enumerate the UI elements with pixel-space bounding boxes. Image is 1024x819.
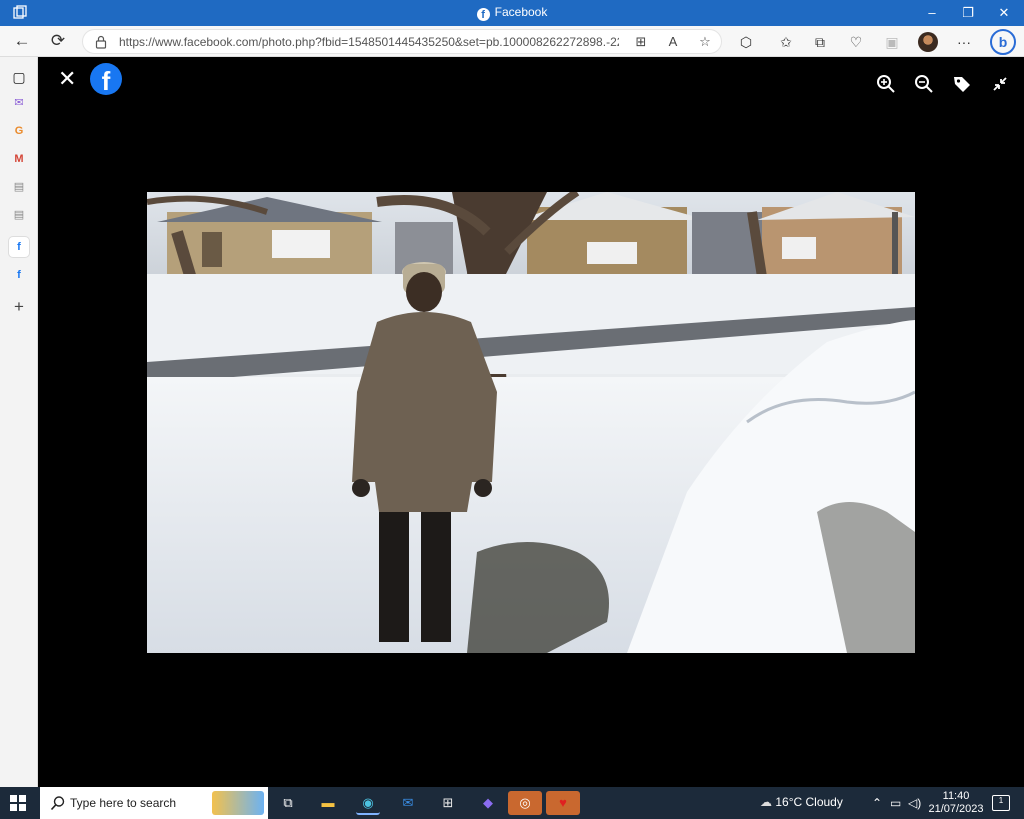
close-window-button[interactable]: ✕ [986, 0, 1022, 26]
zoom-out-icon[interactable] [914, 74, 934, 94]
back-button[interactable]: ← [10, 30, 34, 52]
mail-taskbar-icon[interactable]: ✉ [396, 791, 420, 815]
window-titlebar: f Facebook – ❐ ✕ [0, 0, 1024, 26]
copilot-taskbar-icon[interactable]: ◆ [476, 791, 500, 815]
tabs-icon[interactable]: ▢ [9, 67, 29, 87]
zoom-in-icon[interactable] [876, 74, 896, 94]
news-icon[interactable]: ▤ [9, 177, 29, 197]
browser-essentials-icon[interactable]: ♡ [846, 32, 866, 52]
collections-icon[interactable]: ⧉ [810, 32, 830, 52]
favorites-icon[interactable]: ✩ [776, 32, 796, 52]
search-icon [50, 796, 65, 811]
bing-copilot-icon[interactable]: b [990, 29, 1016, 55]
facebook-tab-icon: f [476, 8, 490, 21]
close-viewer-button[interactable]: ✕ [58, 68, 76, 90]
read-aloud-icon[interactable]: A [665, 34, 681, 50]
app-taskbar-icon[interactable]: ♥ [546, 791, 580, 815]
google-icon[interactable]: G [9, 121, 29, 141]
tag-icon[interactable] [952, 74, 972, 94]
windows-taskbar: Type here to search ⧉ ▬ ◉ ✉ ⊞ ◆ ◎ ♥ ☁ 16… [0, 787, 1024, 819]
exit-fullscreen-icon[interactable] [990, 74, 1010, 94]
search-placeholder[interactable]: Type here to search [70, 796, 176, 810]
search-highlight-icon [212, 791, 264, 815]
windows-start-icon[interactable] [10, 795, 26, 811]
task-view-icon[interactable]: ⧉ [276, 791, 300, 815]
lock-icon[interactable] [95, 35, 107, 49]
minimize-button[interactable]: – [914, 0, 950, 26]
favorite-star-icon[interactable]: ☆ [697, 34, 713, 50]
clock-time: 11:40 [942, 790, 970, 802]
more-options-icon[interactable]: ··· [954, 32, 974, 52]
app-available-icon[interactable]: ⊞ [633, 34, 649, 50]
mail-icon[interactable]: ✉ [9, 93, 29, 113]
address-bar[interactable]: https://www.facebook.com/photo.php?fbid=… [82, 29, 722, 54]
facebook-logo[interactable]: f [90, 63, 122, 95]
notifications-icon[interactable]: 1 [992, 795, 1010, 811]
taskbar-clock[interactable]: 11:40 21/07/2023 [928, 790, 984, 816]
restore-button[interactable]: ❐ [950, 0, 986, 26]
file-explorer-icon[interactable]: ▬ [316, 791, 340, 815]
facebook-sidebar-icon-active[interactable]: f [9, 237, 29, 257]
browser-toolbar: ← ⟳ https://www.facebook.com/photo.php?f… [0, 26, 1024, 57]
photo-viewer: ✕ f [38, 57, 1024, 787]
store-taskbar-icon[interactable]: ⊞ [436, 791, 460, 815]
facebook-sidebar-icon[interactable]: f [9, 265, 29, 285]
snow-scene-photo [147, 192, 915, 653]
taskbar-search-box[interactable]: Type here to search [40, 787, 268, 819]
profile-avatar[interactable] [918, 32, 938, 52]
refresh-button[interactable]: ⟳ [46, 30, 70, 52]
window-title: f Facebook [0, 5, 1024, 21]
cloud-icon: ☁ [760, 795, 776, 809]
gmail-icon[interactable]: M [9, 149, 29, 169]
network-icon[interactable]: ▭ [890, 796, 901, 810]
clock-date: 21/07/2023 [928, 803, 984, 815]
extensions-icon[interactable]: ⬡ [736, 32, 756, 52]
volume-icon[interactable]: ◁) [908, 796, 921, 810]
screenshot-icon[interactable]: ▣ [882, 32, 902, 52]
news-icon-2[interactable]: ▤ [9, 205, 29, 225]
add-sidebar-icon[interactable]: + [9, 297, 29, 317]
edge-taskbar-icon[interactable]: ◉ [356, 791, 380, 815]
chrome-taskbar-icon[interactable]: ◎ [508, 791, 542, 815]
weather-widget[interactable]: ☁ 16°C Cloudy [760, 795, 843, 809]
url-text[interactable]: https://www.facebook.com/photo.php?fbid=… [119, 35, 619, 49]
browser-sidebar: ▢ ✉ G M ▤ ▤ f f + [0, 57, 38, 787]
show-hidden-icons[interactable]: ⌃ [872, 796, 882, 810]
